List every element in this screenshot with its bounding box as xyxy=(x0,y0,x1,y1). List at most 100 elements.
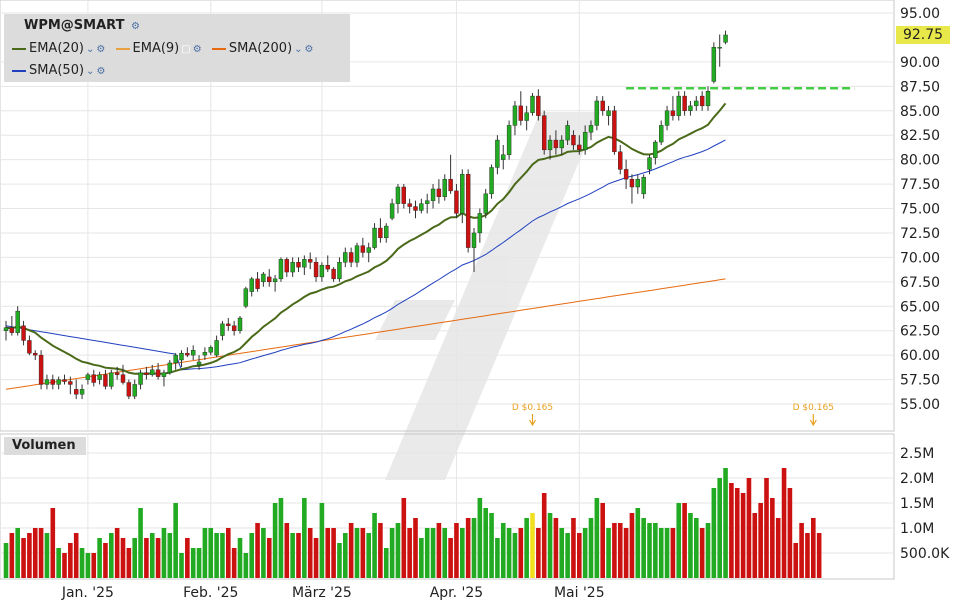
price-tick-label: 95.00 xyxy=(900,6,940,22)
volume-bar xyxy=(231,548,237,578)
volume-bar xyxy=(372,513,377,578)
volume-bar xyxy=(149,533,155,578)
legend-item-sma200[interactable]: SMA(200) ⌄ ⚙ xyxy=(211,41,314,56)
volume-bar xyxy=(594,498,600,578)
sma200-line xyxy=(5,278,726,390)
volume-bar xyxy=(746,478,752,578)
legend-item-ema9[interactable]: EMA(9) □ ⚙ xyxy=(115,41,202,56)
volume-bar xyxy=(343,533,348,578)
checkbox-icon[interactable]: □ xyxy=(181,44,190,55)
price-tick-label: 67.50 xyxy=(900,275,940,291)
volume-bar xyxy=(21,538,26,578)
volume-bar xyxy=(500,523,506,578)
volume-bar xyxy=(354,528,360,578)
volume-bar xyxy=(348,523,354,578)
candle-body xyxy=(460,174,465,214)
candle-body xyxy=(588,125,594,133)
candle-body xyxy=(699,95,705,107)
chevron-down-icon[interactable]: ⌄ xyxy=(294,44,302,55)
candle-body xyxy=(378,227,383,239)
volume-tick-label: 1.5M xyxy=(900,496,934,512)
candle-body xyxy=(430,188,436,201)
candle-body xyxy=(559,139,564,149)
settings-icon[interactable]: ⚙ xyxy=(305,44,314,55)
candle-body xyxy=(664,110,670,126)
volume-bar xyxy=(612,523,617,578)
volume-bar xyxy=(155,538,161,578)
volume-bar xyxy=(565,533,570,578)
volume-bar xyxy=(3,543,9,578)
candle-body xyxy=(682,95,687,111)
volume-bar xyxy=(360,528,366,578)
volume-bar xyxy=(559,528,565,578)
volume-bar xyxy=(302,498,307,578)
settings-icon[interactable]: ⚙ xyxy=(131,21,140,32)
volume-bar xyxy=(547,513,553,578)
volume-bar xyxy=(682,503,687,578)
volume-bar xyxy=(378,523,383,578)
candle-body xyxy=(372,227,377,248)
settings-icon[interactable]: ⚙ xyxy=(96,44,105,55)
volume-bar xyxy=(138,508,143,578)
volume-bar xyxy=(214,533,219,578)
volume-bar xyxy=(62,553,67,578)
chevron-down-icon[interactable]: ⌄ xyxy=(86,44,94,55)
chevron-down-icon[interactable]: ⌄ xyxy=(86,66,94,77)
price-tick-label: 75.00 xyxy=(900,202,940,218)
candle-body xyxy=(243,288,249,307)
volume-bar xyxy=(249,533,254,578)
candle-body xyxy=(21,325,26,341)
price-tick-label: 77.50 xyxy=(900,177,940,193)
candle-body xyxy=(606,110,611,116)
volume-bar xyxy=(430,528,436,578)
candle-body xyxy=(471,232,477,248)
candle-body xyxy=(623,169,629,180)
volume-bar xyxy=(694,518,699,578)
volume-bar xyxy=(805,533,810,578)
candle-body xyxy=(91,374,96,383)
volume-bar xyxy=(699,528,705,578)
symbol-title[interactable]: WPM@SMART ⚙ xyxy=(24,18,140,33)
candle-body xyxy=(518,105,523,121)
candle-body xyxy=(360,245,366,253)
volume-bar xyxy=(506,528,512,578)
legend-item-ema20[interactable]: EMA(20) ⌄ ⚙ xyxy=(12,41,105,56)
volume-bar xyxy=(284,523,290,578)
price-tick-label: 62.50 xyxy=(900,324,940,340)
candle-body xyxy=(565,125,570,141)
volume-bar xyxy=(600,503,605,578)
candle-body xyxy=(284,259,289,273)
volume-bar xyxy=(787,488,793,578)
volume-bar xyxy=(676,503,682,578)
candle-body xyxy=(389,203,395,219)
settings-icon[interactable]: ⚙ xyxy=(193,44,202,55)
candle-body xyxy=(302,259,307,268)
volume-bar xyxy=(752,513,758,578)
volume-bar xyxy=(32,528,38,578)
volume-bar xyxy=(764,478,769,578)
candle-body xyxy=(384,225,389,239)
candle-body xyxy=(190,350,196,356)
legend-item-sma50[interactable]: SMA(50) ⌄ ⚙ xyxy=(12,63,105,78)
x-tick-label: Jan. '25 xyxy=(61,585,114,600)
volume-bar xyxy=(536,528,541,578)
settings-icon[interactable]: ⚙ xyxy=(96,66,105,77)
volume-bar xyxy=(220,533,225,578)
volume-bar xyxy=(816,533,822,578)
volume-bar xyxy=(167,533,173,578)
candle-body xyxy=(9,327,15,333)
volume-bar xyxy=(237,538,243,578)
volume-tick-label: 2.5M xyxy=(900,446,934,462)
candle-body xyxy=(512,105,518,126)
candle-body xyxy=(641,177,646,195)
volume-bar xyxy=(79,548,85,578)
volume-bar xyxy=(272,503,278,578)
volume-bar xyxy=(38,528,44,578)
candle-body xyxy=(62,379,67,382)
price-tick-label: 85.00 xyxy=(900,104,940,120)
volume-bar xyxy=(202,528,208,578)
volume-bar xyxy=(196,548,202,578)
volume-bar xyxy=(653,523,658,578)
volume-bar xyxy=(389,528,395,578)
volume-bar xyxy=(460,528,465,578)
